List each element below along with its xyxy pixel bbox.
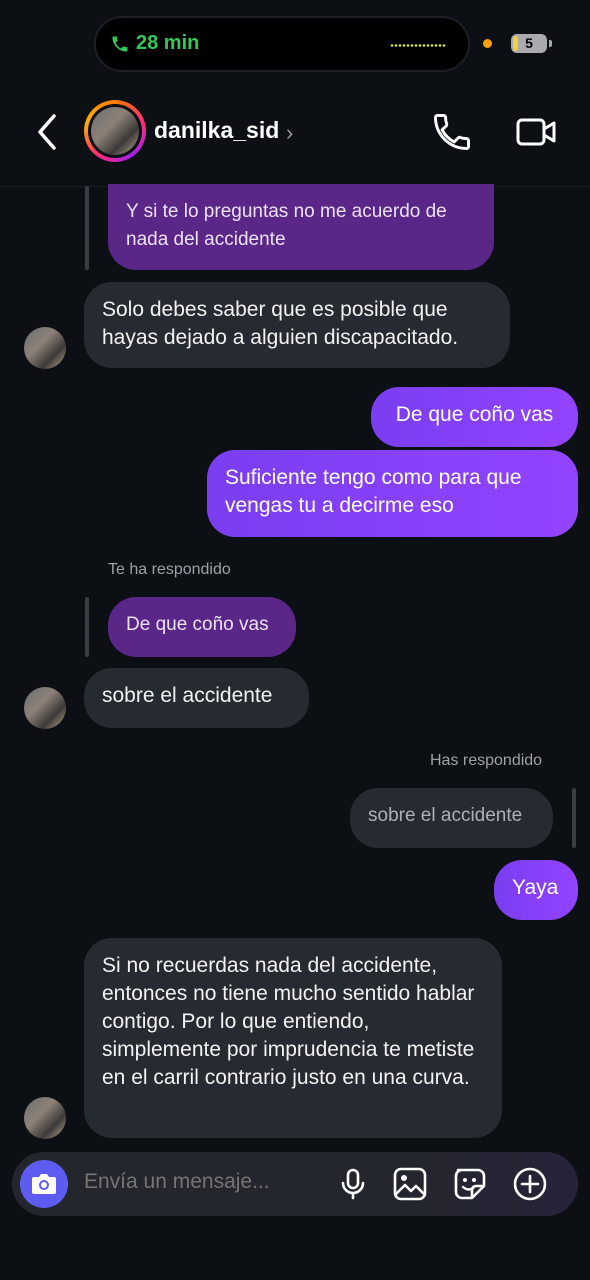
sticker-button[interactable]	[452, 1166, 488, 1202]
call-duration: 28 min	[136, 32, 200, 54]
phone-icon	[434, 114, 470, 150]
outgoing-message-bubble[interactable]: Suficiente tengo como para que vengas tu…	[207, 450, 578, 537]
outgoing-message-bubble[interactable]: De que coño vas	[371, 387, 578, 447]
message-input[interactable]	[84, 1170, 314, 1194]
message-composer	[12, 1152, 578, 1216]
plus-circle-icon	[513, 1167, 547, 1201]
battery-level: 5	[525, 35, 533, 51]
sticker-icon	[454, 1168, 486, 1200]
camera-button[interactable]	[20, 1160, 68, 1208]
replied-message-bubble[interactable]: Y si te lo preguntas no me acuerdo de na…	[108, 184, 494, 270]
replied-message-bubble[interactable]: sobre el accidente	[350, 788, 553, 848]
reply-bar	[85, 186, 89, 270]
incoming-message-bubble[interactable]: Solo debes saber que es posible que haya…	[84, 282, 510, 368]
chevron-left-icon	[38, 114, 56, 150]
contact-username[interactable]: danilka_sid	[154, 117, 279, 144]
image-icon	[393, 1167, 427, 1201]
reply-note: Has respondido	[430, 752, 543, 769]
sender-avatar[interactable]	[24, 687, 66, 729]
outgoing-message-bubble[interactable]: Yaya	[494, 860, 578, 920]
contact-avatar[interactable]	[84, 100, 146, 162]
video-camera-icon	[516, 118, 556, 146]
mic-in-use-dot	[483, 39, 492, 48]
active-call-indicator[interactable]: 28 min	[110, 32, 199, 55]
phone-call-icon	[112, 36, 128, 51]
reply-bar	[572, 788, 576, 848]
audio-call-button[interactable]	[430, 110, 474, 154]
sender-avatar[interactable]	[24, 1097, 66, 1139]
voice-message-button[interactable]	[335, 1166, 371, 1202]
incoming-message-bubble[interactable]: Si no recuerdas nada del accidente, ento…	[84, 938, 502, 1138]
more-options-button[interactable]	[512, 1166, 548, 1202]
camera-icon	[32, 1174, 56, 1194]
video-call-button[interactable]	[514, 112, 558, 152]
reply-bar	[85, 597, 89, 657]
back-button[interactable]	[30, 108, 66, 156]
avatar-image	[91, 107, 139, 155]
sender-avatar[interactable]	[24, 327, 66, 369]
reply-note: Te ha respondido	[108, 561, 231, 578]
replied-message-bubble[interactable]: De que coño vas	[108, 597, 296, 657]
gallery-button[interactable]	[392, 1166, 428, 1202]
chat-header: danilka_sid ›	[0, 92, 590, 172]
incoming-message-bubble[interactable]: sobre el accidente	[84, 668, 309, 728]
audio-wave-icon	[390, 44, 446, 47]
battery-icon: 5	[511, 34, 552, 53]
chevron-right-icon: ›	[286, 120, 294, 145]
dynamic-island[interactable]: 28 min	[94, 16, 470, 72]
microphone-icon	[341, 1168, 365, 1200]
